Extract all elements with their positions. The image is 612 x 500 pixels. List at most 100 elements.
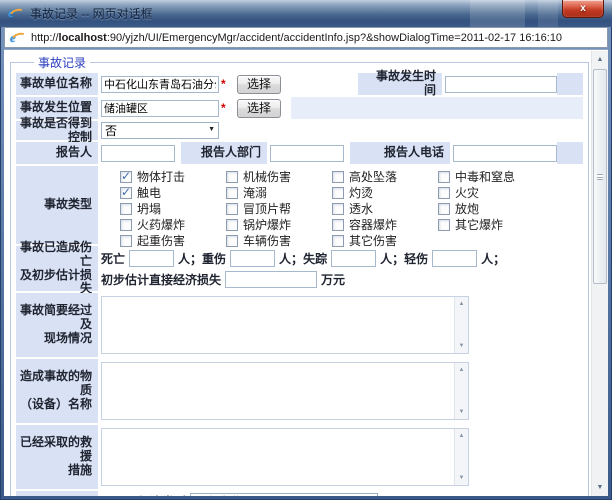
- rescue-row: 已经采取的救援措施 ▲ ▼: [16, 425, 583, 489]
- economy-type-row: 经济类型 国有企业 ▼: [16, 491, 583, 496]
- accident-type-item: ✓ 淹溺: [226, 185, 332, 200]
- accident-type-checkbox[interactable]: ✓: [226, 187, 238, 199]
- scroll-up-icon[interactable]: ▲: [455, 430, 468, 442]
- person-separator: 人；: [178, 250, 202, 267]
- page-url: http://localhost:90/yjzh/UI/EmergencyMgr…: [31, 32, 562, 44]
- accident-type-checkbox[interactable]: ✓: [438, 187, 450, 199]
- serious-count-input[interactable]: [230, 250, 275, 267]
- scroll-down-icon[interactable]: ▼: [455, 406, 468, 418]
- economic-loss-input[interactable]: [225, 271, 317, 288]
- brief-textarea[interactable]: [102, 297, 454, 353]
- reporter-phone-label: 报告人电话: [350, 142, 450, 164]
- casualty-content: 死亡 人； 重伤 人； 失踪 人； 轻伤 人；: [98, 250, 583, 288]
- dialog-content: 事故记录 事故单位名称 * 选择 事故发生时间 事故发生位置 * 选择: [4, 49, 608, 496]
- death-count-input[interactable]: [129, 250, 174, 267]
- reporter-dept-label: 报告人部门: [181, 142, 267, 164]
- accident-type-checkbox[interactable]: ✓: [438, 219, 450, 231]
- accident-type-item: ✓ 火灾: [438, 185, 544, 200]
- material-textarea[interactable]: [102, 363, 454, 419]
- minor-count-input[interactable]: [432, 250, 477, 267]
- accident-type-checkbox[interactable]: ✓: [332, 203, 344, 215]
- controlled-select[interactable]: 否 ▼: [101, 122, 219, 139]
- accident-type-item: ✓ 触电: [120, 185, 226, 200]
- accident-type-item-label: 其它爆炸: [455, 216, 503, 233]
- accident-type-item-label: 放炮: [455, 200, 479, 217]
- accident-type-item-label: 锅炉爆炸: [243, 216, 291, 233]
- accident-type-checkbox[interactable]: ✓: [332, 187, 344, 199]
- economic-loss-line: 初步估计直接经济损失 万元: [101, 271, 583, 288]
- accident-type-checkbox[interactable]: ✓: [226, 219, 238, 231]
- accident-type-item-label: 透水: [349, 200, 373, 217]
- person-separator: 人；: [279, 250, 303, 267]
- rescue-textarea[interactable]: [102, 429, 454, 485]
- accident-type-label: 事故类型: [16, 166, 98, 244]
- casualty-label: 事故已造成伤亡及初步估计损失: [16, 246, 98, 291]
- missing-count-input[interactable]: [331, 250, 376, 267]
- unit-name-input[interactable]: [101, 76, 219, 93]
- accident-type-item-label: 冒顶片帮: [243, 200, 291, 217]
- empty-label-cell: [16, 491, 98, 496]
- serious-label: 重伤: [202, 250, 226, 267]
- accident-type-item: ✓ 冒顶片帮: [226, 201, 332, 216]
- accident-type-checkbox[interactable]: ✓: [332, 235, 344, 247]
- textarea-scrollbar[interactable]: ▲ ▼: [454, 297, 468, 353]
- reporter-dept-input[interactable]: [270, 145, 344, 162]
- location-input[interactable]: [101, 100, 219, 117]
- reporter-label: 报告人: [16, 142, 98, 164]
- economic-loss-label: 初步估计直接经济损失: [101, 271, 221, 288]
- controlled-select-value: 否: [105, 122, 117, 139]
- scroll-down-icon[interactable]: ▼: [455, 340, 468, 352]
- accident-type-checkbox[interactable]: ✓: [226, 235, 238, 247]
- required-asterisk: *: [221, 77, 229, 91]
- dialog-scrollbar[interactable]: ▲ ▼: [591, 51, 608, 496]
- accident-type-checkbox[interactable]: ✓: [226, 171, 238, 183]
- accident-type-checkbox[interactable]: ✓: [120, 187, 132, 199]
- accident-type-item-label: 火灾: [455, 184, 479, 201]
- scroll-down-icon[interactable]: ▼: [455, 472, 468, 484]
- accident-type-checkbox[interactable]: ✓: [332, 171, 344, 183]
- unit-name-select-button[interactable]: 选择: [237, 75, 281, 94]
- accident-type-item: ✓ 中毒和窒息: [438, 169, 544, 184]
- death-label: 死亡: [101, 250, 125, 267]
- reporter-input[interactable]: [101, 145, 175, 162]
- material-row: 造成事故的物质（设备）名称 ▲ ▼: [16, 359, 583, 423]
- scrollbar-down-button[interactable]: ▼: [593, 480, 607, 495]
- accident-type-item-label: 物体打击: [137, 168, 185, 185]
- accident-type-checkbox[interactable]: ✓: [120, 203, 132, 215]
- accident-type-checkbox[interactable]: ✓: [120, 219, 132, 231]
- window-title: 事故记录 -- 网页对话框: [30, 5, 153, 22]
- scrollbar-up-button[interactable]: ▲: [593, 52, 607, 67]
- accident-type-item-label: 淹溺: [243, 184, 267, 201]
- accident-type-checkbox[interactable]: ✓: [226, 203, 238, 215]
- textarea-scrollbar[interactable]: ▲ ▼: [454, 429, 468, 485]
- accident-type-item-label: 坍塌: [137, 200, 161, 217]
- accident-type-checkbox[interactable]: ✓: [332, 219, 344, 231]
- rescue-textarea-wrap: ▲ ▼: [101, 428, 469, 486]
- check-icon: ✓: [121, 185, 131, 199]
- accident-type-item: ✓ 透水: [332, 201, 438, 216]
- accident-record-fieldset: 事故记录 事故单位名称 * 选择 事故发生时间 事故发生位置 * 选择: [10, 54, 589, 496]
- scrollbar-thumb[interactable]: [593, 69, 607, 284]
- economic-unit-label: 万元: [321, 271, 345, 288]
- occur-time-input[interactable]: [445, 76, 557, 93]
- accident-type-item-label: 灼烫: [349, 184, 373, 201]
- required-asterisk: *: [221, 101, 229, 115]
- accident-type-row: 事故类型 ✓ 物体打击 ✓ 机械伤害 ✓ 高处坠落 ✓: [16, 166, 583, 244]
- textarea-scrollbar[interactable]: ▲ ▼: [454, 363, 468, 419]
- accident-type-item: ✓ 火药爆炸: [120, 217, 226, 232]
- economy-type-select[interactable]: 国有企业 ▼: [190, 493, 378, 497]
- scroll-up-icon[interactable]: ▲: [455, 298, 468, 310]
- occur-time-label: 事故发生时间: [358, 73, 442, 95]
- close-button[interactable]: x: [562, 0, 604, 18]
- accident-type-checkbox[interactable]: ✓: [120, 171, 132, 183]
- reporter-phone-input[interactable]: [453, 145, 557, 162]
- accident-type-grid: ✓ 物体打击 ✓ 机械伤害 ✓ 高处坠落 ✓ 中毒和窒息 ✓: [98, 166, 544, 248]
- row-filler: [557, 73, 583, 95]
- accident-type-checkbox[interactable]: ✓: [438, 171, 450, 183]
- missing-label: 失踪: [303, 250, 327, 267]
- accident-type-checkbox[interactable]: ✓: [438, 203, 450, 215]
- location-select-button[interactable]: 选择: [237, 99, 281, 118]
- accident-type-item: ✓ 机械伤害: [226, 169, 332, 184]
- scroll-up-icon[interactable]: ▲: [455, 364, 468, 376]
- accident-type-checkbox[interactable]: ✓: [120, 235, 132, 247]
